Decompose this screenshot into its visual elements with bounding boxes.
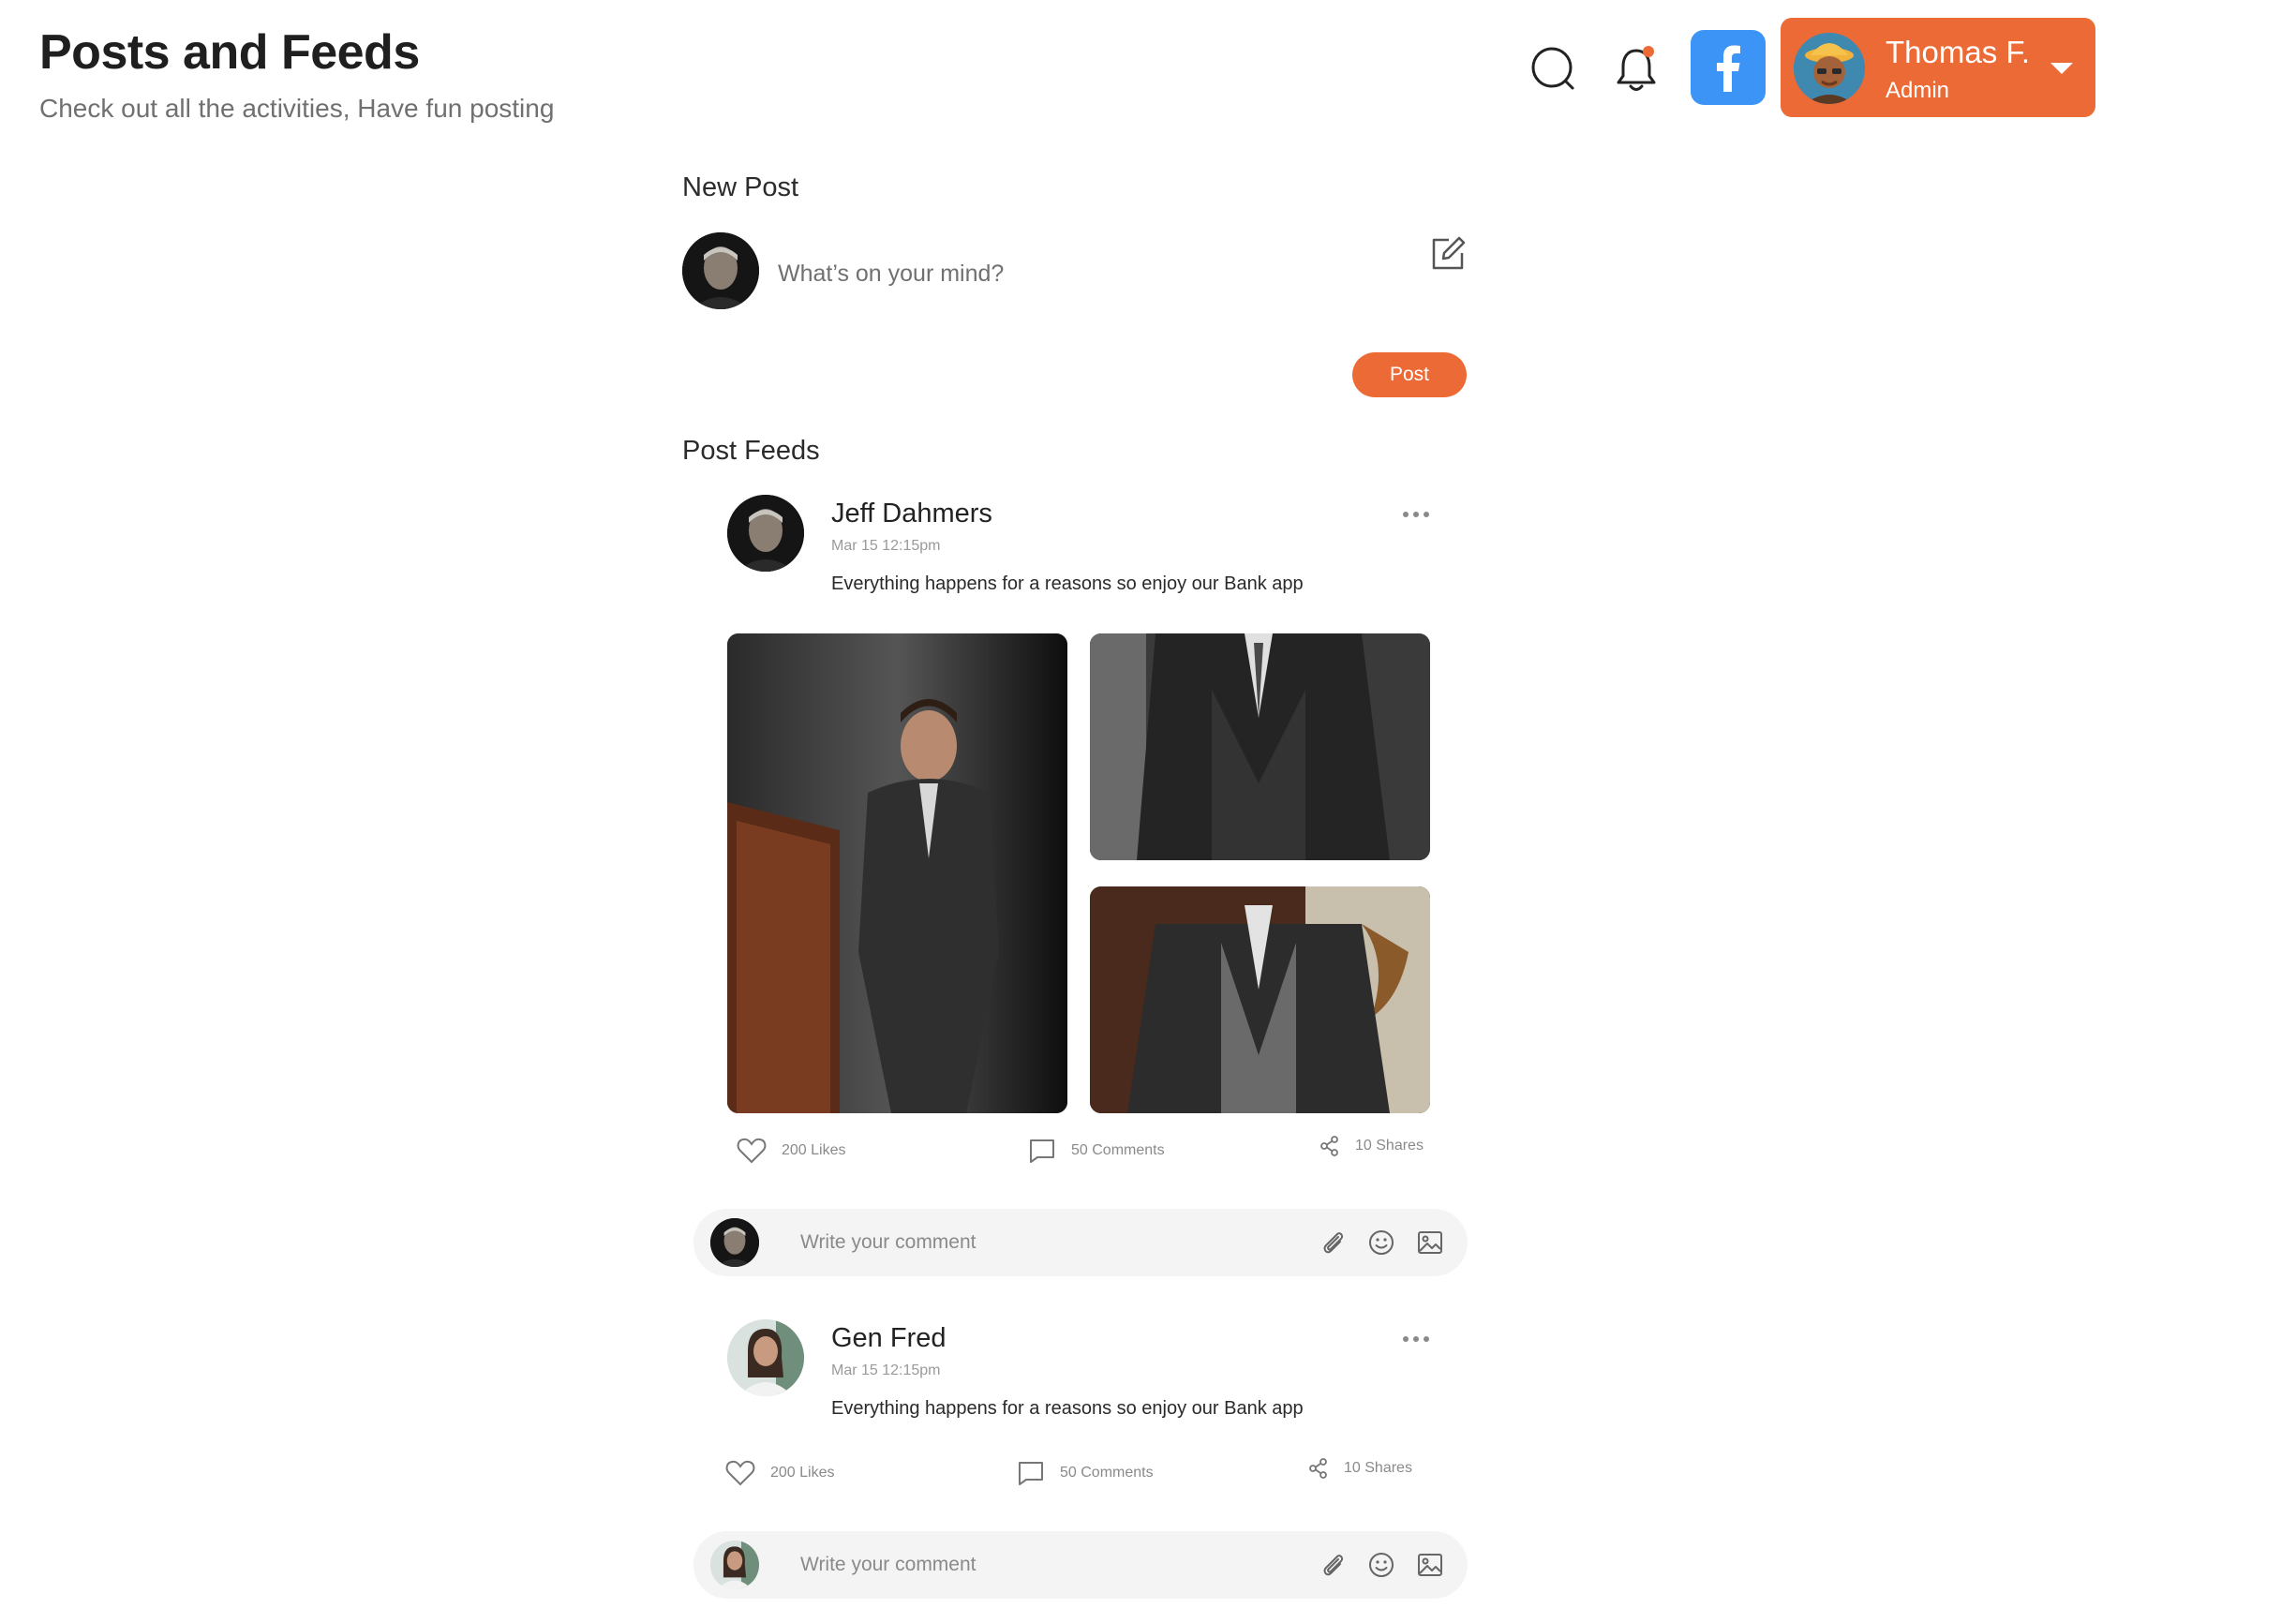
emoji-icon[interactable]: [1366, 1550, 1396, 1580]
share-icon: [1309, 1458, 1327, 1479]
post-photo[interactable]: [1090, 886, 1430, 1113]
new-post-title: New Post: [682, 172, 799, 202]
shares-count: 10 Shares: [1355, 1138, 1424, 1154]
comment-button[interactable]: 50 Comments: [1017, 1460, 1154, 1486]
likes-count: 200 Likes: [782, 1142, 846, 1158]
attachment-icon[interactable]: [1318, 1550, 1348, 1580]
more-dots-icon: [1403, 1336, 1409, 1342]
comment-input[interactable]: [800, 1226, 1269, 1259]
new-post-input[interactable]: [778, 253, 1396, 294]
profile-role: Admin: [1886, 78, 1950, 103]
attachment-icon[interactable]: [1318, 1228, 1348, 1258]
share-button[interactable]: 10 Shares: [1319, 1136, 1424, 1156]
facebook-button[interactable]: [1691, 30, 1766, 105]
avatar: [1794, 33, 1865, 104]
post-photo[interactable]: [727, 633, 1067, 1113]
comment-button[interactable]: 50 Comments: [1028, 1138, 1165, 1164]
comments-count: 50 Comments: [1060, 1465, 1154, 1481]
profile-menu[interactable]: Thomas F. Admin: [1781, 18, 2095, 117]
page-subtitle: Check out all the activities, Have fun p…: [39, 94, 555, 123]
post-author[interactable]: Jeff Dahmers: [831, 499, 992, 529]
comment-input[interactable]: [800, 1548, 1269, 1582]
avatar: [727, 1319, 804, 1396]
shares-count: 10 Shares: [1344, 1460, 1412, 1476]
emoji-icon[interactable]: [1366, 1228, 1396, 1258]
notification-dot: [1643, 46, 1654, 57]
profile-name: Thomas F.: [1886, 35, 2031, 69]
edit-button[interactable]: [1428, 234, 1468, 274]
chevron-down-icon: [2050, 63, 2073, 74]
post-button[interactable]: Post: [1352, 352, 1467, 397]
post-text: Everything happens for a reasons so enjo…: [831, 1398, 1304, 1419]
edit-icon: [1432, 236, 1466, 270]
comment-icon: [1030, 1139, 1054, 1163]
post-time: Mar 15 12:15pm: [831, 538, 941, 554]
facebook-icon: [1717, 45, 1740, 92]
comment-bar: [693, 1531, 1468, 1599]
more-options-button[interactable]: [1403, 1333, 1435, 1346]
post-author[interactable]: Gen Fred: [831, 1323, 947, 1354]
avatar: [682, 232, 759, 309]
more-options-button[interactable]: [1403, 508, 1435, 521]
comment-bar: [693, 1209, 1468, 1276]
post-feeds-title: Post Feeds: [682, 436, 820, 466]
avatar: [727, 495, 804, 572]
comments-count: 50 Comments: [1071, 1142, 1165, 1158]
post-text: Everything happens for a reasons so enjo…: [831, 573, 1304, 594]
avatar: [710, 1541, 759, 1589]
likes-count: 200 Likes: [770, 1465, 835, 1481]
image-icon[interactable]: [1415, 1228, 1445, 1258]
search-icon: [1531, 47, 1574, 90]
post-time: Mar 15 12:15pm: [831, 1362, 941, 1378]
like-button[interactable]: 200 Likes: [725, 1460, 835, 1486]
share-button[interactable]: 10 Shares: [1308, 1458, 1412, 1479]
like-button[interactable]: 200 Likes: [737, 1138, 846, 1164]
more-dots-icon: [1403, 512, 1409, 517]
comment-icon: [1019, 1462, 1043, 1485]
search-button[interactable]: [1526, 41, 1582, 97]
notifications-button[interactable]: [1608, 39, 1664, 97]
avatar: [710, 1218, 759, 1267]
post-photo[interactable]: [1090, 633, 1430, 860]
heart-icon: [725, 1460, 755, 1486]
heart-icon: [737, 1138, 767, 1164]
page-title: Posts and Feeds: [39, 25, 420, 80]
bell-icon: [1617, 46, 1656, 91]
image-icon[interactable]: [1415, 1550, 1445, 1580]
share-icon: [1320, 1136, 1338, 1156]
